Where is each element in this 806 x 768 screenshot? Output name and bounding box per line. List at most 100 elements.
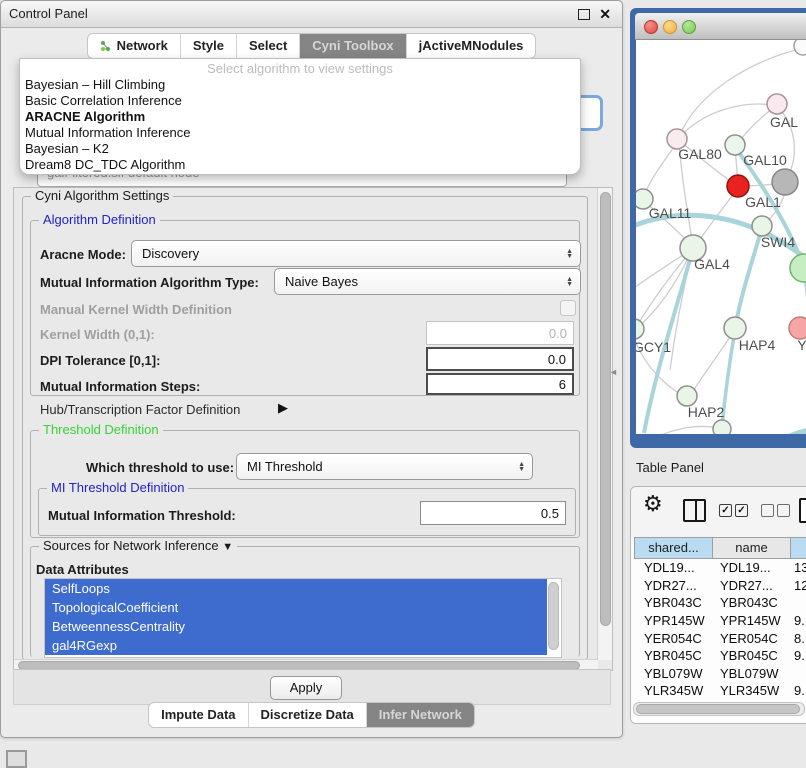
attribute-item[interactable]: SelfLoops [45, 579, 547, 598]
node-label: HAP2 [688, 404, 725, 420]
network-node[interactable] [794, 40, 806, 55]
table-row[interactable]: YIL052CYIL052C0. [634, 700, 806, 701]
apply-strip: Apply [13, 669, 611, 705]
tab-cyni-toolbox[interactable]: Cyni Toolbox [300, 34, 406, 58]
control-panel-tabbar: NetworkStyleSelectCyni ToolboxjActiveMNo… [1, 33, 622, 59]
dropdown-item[interactable]: ARACNE Algorithm [20, 109, 580, 125]
manual-kernel-label: Manual Kernel Width Definition [40, 302, 232, 317]
checked-checkbox-icon[interactable]: ✓ [735, 504, 748, 517]
hub-definition-label[interactable]: Hub/Transcription Factor Definition [40, 402, 240, 417]
algorithm-dropdown-popup: Select algorithm to view settings Bayesi… [19, 58, 581, 175]
table-row[interactable]: YDL19...YDL19...13 [634, 559, 806, 577]
tab-discretize-data[interactable]: Discretize Data [249, 703, 367, 727]
tab-style[interactable]: Style [181, 34, 237, 58]
network-node-y[interactable] [789, 317, 806, 339]
tab-network[interactable]: Network [88, 34, 181, 58]
table-hscrollbar[interactable] [633, 702, 805, 716]
table-row[interactable]: YBL079WYBL079W [634, 665, 806, 683]
cyni-algorithm-settings-title: Cyni Algorithm Settings [31, 188, 173, 203]
combo-arrows-icon: ▲▼ [518, 462, 525, 472]
tab-infer-network[interactable]: Infer Network [367, 703, 474, 727]
aracne-mode-combo[interactable]: Discovery ▲▼ [131, 240, 581, 267]
node-label: GAL80 [678, 146, 722, 162]
table-panel-window: ⚙ ✓ ✓ shared... name YDL19...YDL19...13Y… [630, 486, 806, 724]
mi-threshold-label: Mutual Information Threshold: [48, 508, 236, 523]
attribute-item[interactable]: TopologicalCoefficient [45, 598, 547, 617]
kernel-width-field[interactable]: 0.0 [426, 321, 574, 345]
dropdown-item[interactable]: Basic Correlation Inference [20, 93, 580, 109]
dropdown-prompt: Select algorithm to view settings [20, 60, 580, 77]
minimized-panel-icon[interactable] [6, 750, 27, 768]
table-row[interactable]: YBR045CYBR045C9. [634, 647, 806, 665]
dropdown-item[interactable]: Bayesian – Hill Climbing [20, 77, 580, 93]
column-header-name[interactable]: name [712, 537, 791, 559]
expand-right-icon[interactable]: ▶ [278, 400, 288, 416]
close-icon[interactable]: ✕ [599, 5, 611, 23]
dpi-tolerance-field[interactable]: 0.0 [426, 347, 574, 371]
document-icon[interactable] [799, 498, 806, 523]
mi-steps-field[interactable]: 6 [426, 373, 574, 395]
settings-vscroll-thumb[interactable] [600, 192, 611, 626]
algorithm-definition-title: Algorithm Definition [39, 212, 160, 227]
collapse-down-icon[interactable]: ▼ [222, 541, 233, 553]
mi-steps-label: Mutual Information Steps: [40, 379, 200, 394]
checked-checkbox-icon[interactable]: ✓ [719, 504, 732, 517]
network-node[interactable] [790, 254, 806, 282]
aracne-mode-label: Aracne Mode: [40, 247, 126, 262]
table-hscroll-thumb[interactable] [636, 704, 800, 714]
columns-icon[interactable] [683, 499, 706, 522]
dropdown-item[interactable]: Bayesian – K2 [20, 141, 580, 157]
network-window-titlebar[interactable] [635, 13, 806, 40]
gear-icon[interactable]: ⚙ [643, 491, 663, 517]
network-node-hap2[interactable] [677, 386, 697, 406]
network-node[interactable] [713, 420, 731, 434]
network-node-hap4[interactable] [724, 317, 746, 339]
network-node-gcy1[interactable] [636, 319, 644, 339]
column-header-shared[interactable]: shared... [634, 537, 713, 559]
attribute-item[interactable]: BetweennessCentrality [45, 617, 547, 636]
zoom-traffic-light-icon[interactable] [682, 20, 696, 34]
mi-threshold-field[interactable]: 0.5 [420, 501, 566, 525]
mi-algorithm-type-combo[interactable]: Naive Bayes ▲▼ [274, 268, 581, 295]
dpi-tolerance-label: DPI Tolerance [0,1]: [40, 353, 160, 368]
tab-impute-data[interactable]: Impute Data [149, 703, 248, 727]
data-attributes-list[interactable]: SelfLoopsTopologicalCoefficientBetweenne… [44, 578, 562, 658]
node-label: GCY1 [636, 339, 671, 355]
unchecked-checkbox-icon[interactable] [777, 504, 790, 517]
control-panel-window: Control Panel ✕ NetworkStyleSelectCyni T… [0, 0, 623, 738]
manual-kernel-checkbox[interactable] [560, 300, 576, 316]
node-label: GAL1 [745, 194, 781, 210]
table-row[interactable]: YPR145WYPR145W9. [634, 612, 806, 630]
kernel-width-label: Kernel Width (0,1): [40, 327, 155, 342]
table-row[interactable]: YLR345WYLR345W9. [634, 682, 806, 700]
network-node[interactable] [772, 169, 798, 195]
control-panel-titlebar[interactable]: Control Panel ✕ [1, 1, 622, 28]
settings-vscrollbar[interactable] [597, 188, 612, 660]
splitter-collapse-icon[interactable]: ◄ [609, 367, 618, 377]
network-node-gal10[interactable] [725, 135, 745, 155]
attribute-item[interactable]: gal4RGexp [45, 636, 547, 655]
mi-algorithm-type-label: Mutual Information Algorithm Type: [40, 275, 259, 290]
table-row[interactable]: YDR27...YDR27...12 [634, 577, 806, 595]
network-node-gal[interactable] [767, 94, 787, 114]
column-header-partial[interactable] [790, 537, 806, 559]
dropdown-item[interactable]: Dream8 DC_TDC Algorithm [20, 157, 580, 173]
table-row[interactable]: YER054CYER054C8. [634, 629, 806, 647]
network-view-window[interactable]: GALGAL80GAL10GAL1GAL11SWI4GAL4GCY1HAP4YH… [630, 8, 806, 448]
mi-threshold-title: MI Threshold Definition [47, 480, 188, 495]
tab-jactivemnodules[interactable]: jActiveMNodules [407, 34, 536, 58]
tab-select[interactable]: Select [237, 34, 300, 58]
dropdown-item[interactable]: Mutual Information Inference [20, 125, 580, 141]
minimize-traffic-light-icon[interactable] [663, 20, 677, 34]
table-row[interactable]: YBR043CYBR043C [634, 594, 806, 612]
close-traffic-light-icon[interactable] [644, 20, 658, 34]
float-window-icon[interactable] [578, 9, 590, 20]
network-node-swi4[interactable] [752, 216, 772, 236]
which-threshold-combo[interactable]: MI Threshold ▲▼ [236, 453, 533, 480]
network-canvas[interactable]: GALGAL80GAL10GAL1GAL11SWI4GAL4GCY1HAP4YH… [636, 40, 806, 434]
node-label: GAL [770, 114, 798, 130]
apply-button[interactable]: Apply [270, 676, 342, 700]
table-rows[interactable]: YDL19...YDL19...13YDR27...YDR27...12YBR0… [634, 559, 806, 701]
unchecked-checkbox-icon[interactable] [761, 504, 774, 517]
attr-list-scrollbar[interactable] [548, 582, 559, 650]
